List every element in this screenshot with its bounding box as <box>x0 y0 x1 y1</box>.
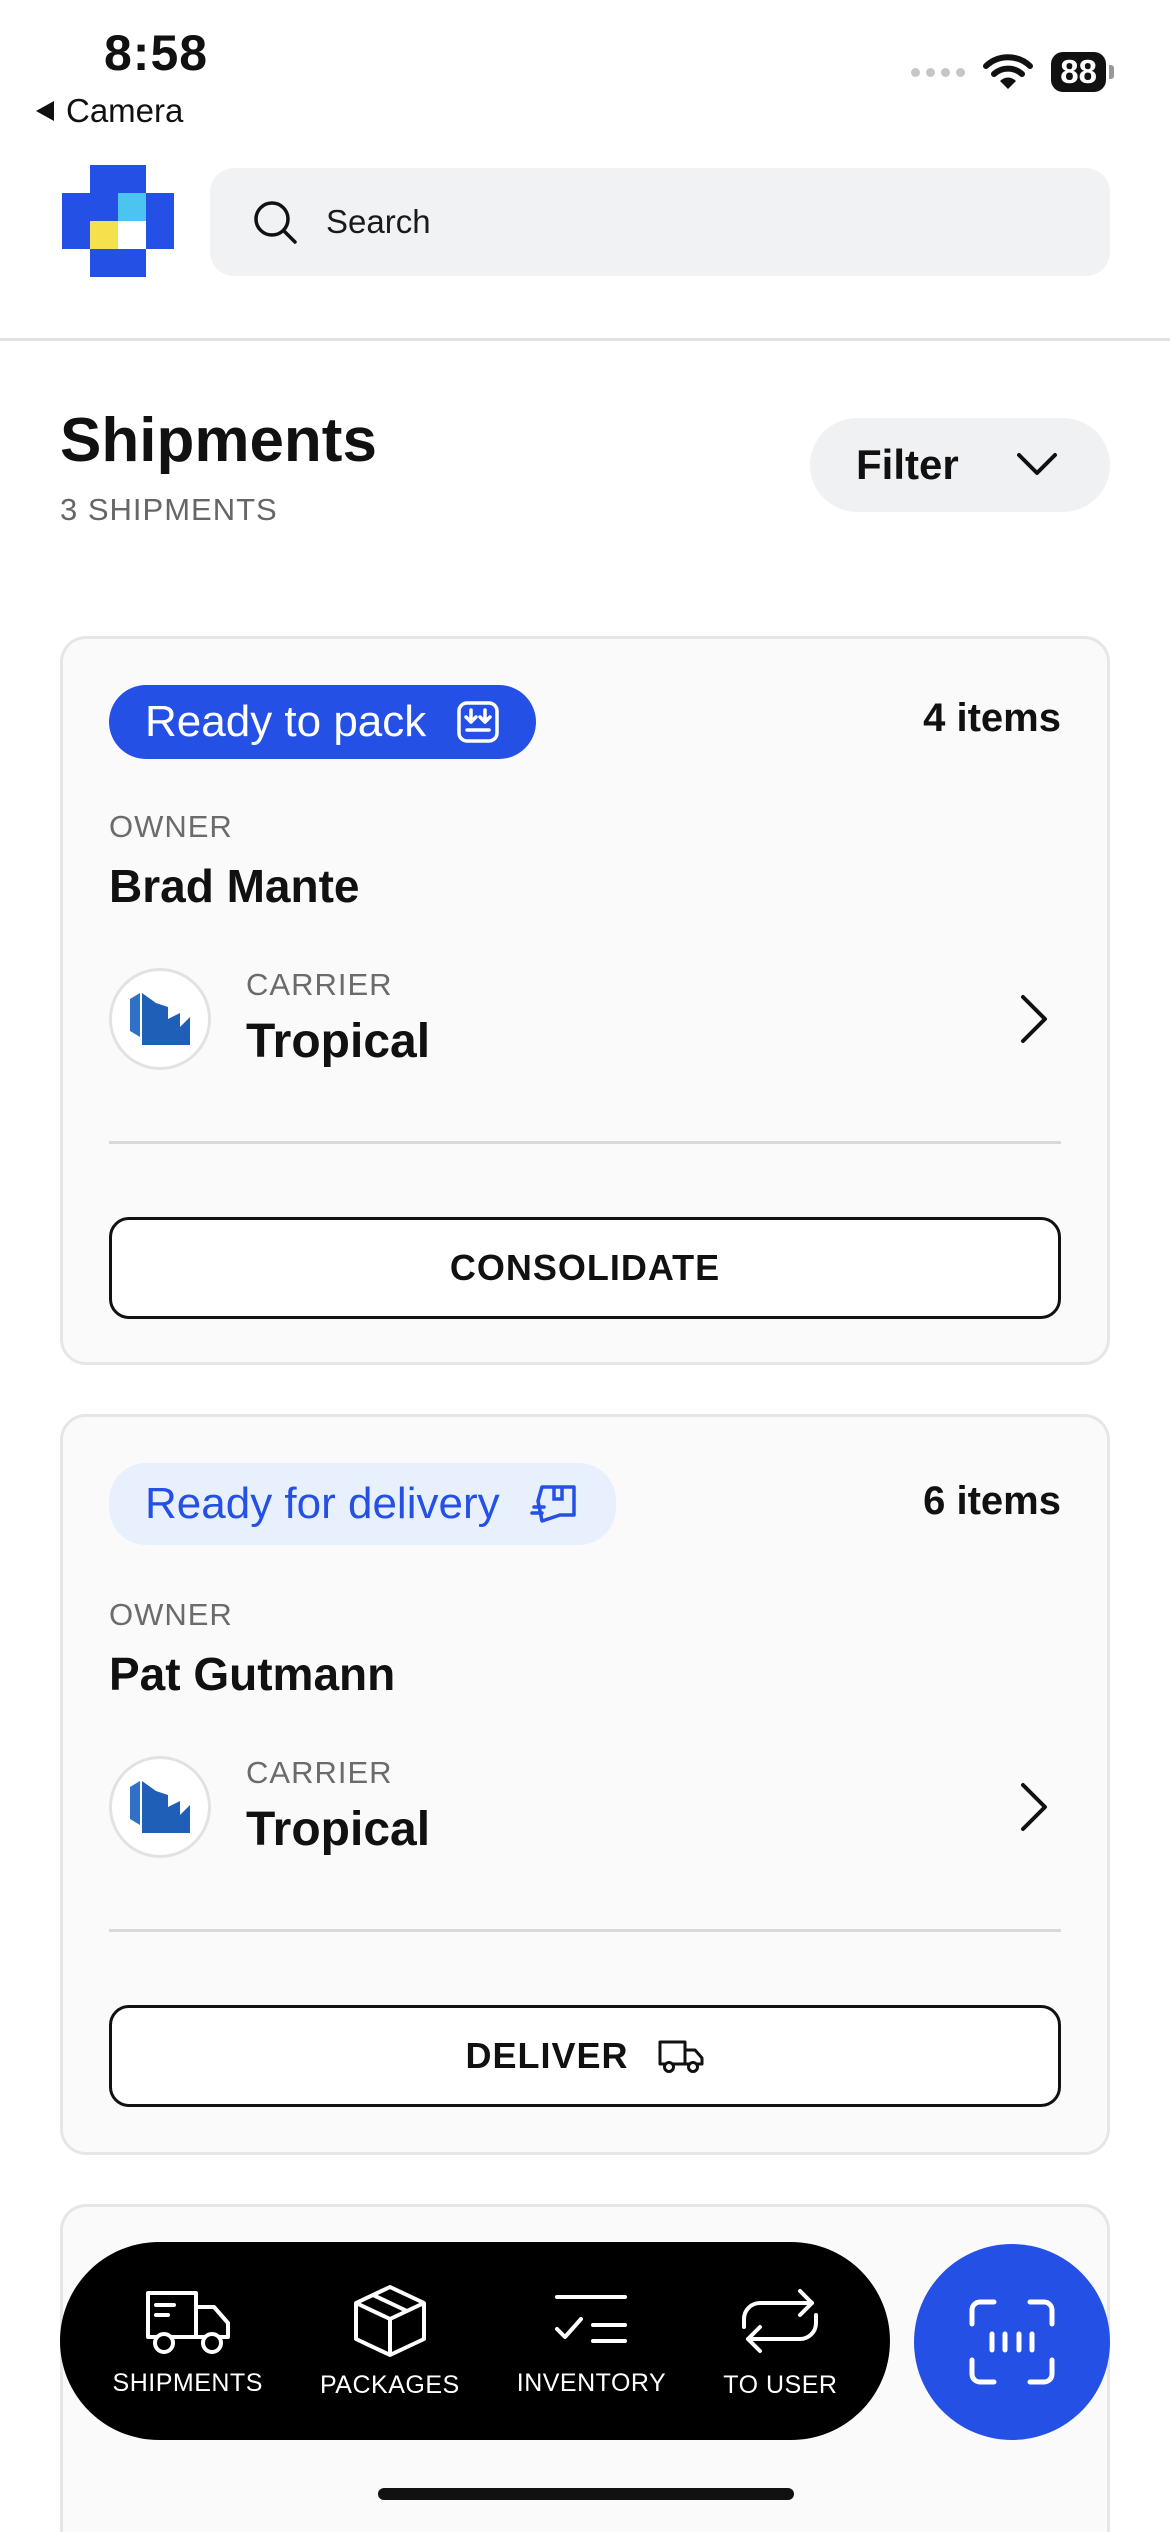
truck-icon <box>658 2040 704 2073</box>
app-logo <box>62 165 174 277</box>
battery-level: 88 <box>1051 52 1106 92</box>
owner-label: OWNER <box>109 809 233 844</box>
nav-label: TO USER <box>723 2370 838 2399</box>
shipment-card[interactable]: Ready for delivery 6 items OWNER Pat Gut… <box>60 1414 1110 2155</box>
cellular-signal-icon <box>911 67 966 77</box>
battery-indicator: 88 <box>1051 52 1114 92</box>
truck-icon <box>145 2290 230 2354</box>
carrier-logo-icon <box>130 993 190 1045</box>
chevron-right-icon[interactable] <box>1019 993 1049 1045</box>
items-count: 4 items <box>923 696 1061 740</box>
owner-name: Brad Mante <box>109 860 360 912</box>
nav-label: PACKAGES <box>319 2370 460 2399</box>
carrier-label: CARRIER <box>246 967 393 1002</box>
chevron-right-icon[interactable] <box>1019 1781 1049 1833</box>
pack-icon <box>457 701 500 743</box>
back-to-camera-link[interactable]: Camera <box>36 92 183 130</box>
nav-shipments[interactable]: SHIPMENTS <box>113 2285 263 2398</box>
header-divider <box>0 338 1170 341</box>
card-divider <box>109 1141 1061 1144</box>
status-badge: Ready to pack <box>109 685 537 759</box>
bottom-navigation: SHIPMENTS PACKAGES INVENTORY TO USER <box>60 2242 890 2440</box>
carrier-name: Tropical <box>246 1803 431 1856</box>
search-placeholder: Search <box>326 203 431 240</box>
filter-button[interactable]: Filter <box>810 418 1110 512</box>
status-badge-label: Ready to pack <box>145 697 427 746</box>
items-count: 6 items <box>923 1479 1061 1523</box>
wifi-icon <box>983 54 1034 89</box>
chevron-down-icon <box>1017 453 1057 475</box>
nav-inventory[interactable]: INVENTORY <box>517 2285 666 2398</box>
owner-name: Pat Gutmann <box>109 1648 396 1700</box>
delivery-box-icon <box>529 1485 576 1523</box>
carrier-name: Tropical <box>246 1015 431 1068</box>
carrier-logo-icon <box>130 1781 190 1833</box>
nav-label: SHIPMENTS <box>112 2368 263 2397</box>
shipment-card[interactable]: Ready to pack 4 items OWNER Brad Mante C… <box>60 636 1110 1365</box>
back-app-label: Camera <box>66 92 184 129</box>
carrier-logo <box>109 968 211 1070</box>
filter-label: Filter <box>856 441 959 488</box>
card-divider <box>109 1929 1061 1932</box>
nav-label: INVENTORY <box>516 2368 667 2397</box>
back-arrow-icon <box>36 101 54 121</box>
carrier-label: CARRIER <box>246 1755 393 1790</box>
exchange-icon <box>742 2288 819 2353</box>
deliver-button[interactable]: DELIVER <box>109 2005 1061 2107</box>
search-icon <box>254 201 297 244</box>
checklist-icon <box>555 2294 628 2343</box>
status-badge-label: Ready for delivery <box>145 1479 500 1528</box>
status-badge: Ready for delivery <box>109 1463 616 1545</box>
nav-to-user[interactable]: TO USER <box>723 2283 837 2400</box>
carrier-logo <box>109 1756 211 1858</box>
action-label: CONSOLIDATE <box>449 1247 721 1288</box>
status-indicators: 88 <box>911 52 1114 92</box>
page-title: Shipments <box>60 406 377 475</box>
package-icon <box>353 2284 426 2357</box>
consolidate-button[interactable]: CONSOLIDATE <box>109 1217 1061 1319</box>
search-input[interactable]: Search <box>210 168 1110 276</box>
owner-label: OWNER <box>109 1597 233 1632</box>
action-label: DELIVER <box>465 2035 629 2076</box>
status-time: 8:58 <box>104 25 209 81</box>
scan-button[interactable] <box>914 2244 1110 2440</box>
nav-packages[interactable]: PACKAGES <box>320 2283 460 2400</box>
shipment-count: 3 SHIPMENTS <box>60 492 278 527</box>
scan-icon <box>969 2299 1055 2385</box>
home-indicator <box>378 2488 794 2500</box>
